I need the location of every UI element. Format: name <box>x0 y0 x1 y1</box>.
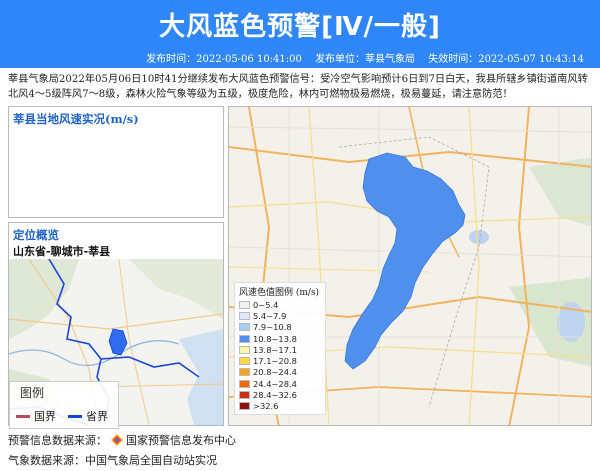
wind-legend-item: 10.8~13.8 <box>239 333 321 344</box>
map-legend-title: 图例 <box>20 386 45 400</box>
legend-swatch <box>239 311 250 320</box>
warning-source-label: 预警信息数据来源： <box>8 434 107 447</box>
legend-swatch <box>239 357 250 366</box>
wind-legend-item: 7.9~10.8 <box>239 322 321 333</box>
location-path: 山东省-聊城市-莘县 <box>13 245 111 258</box>
legend-provincial-border: 省界 <box>68 408 108 424</box>
wind-legend-item: 28.4~32.6 <box>239 389 321 400</box>
publish-time: 发布时间：2022-05-06 10:41:00 <box>146 54 302 65</box>
warning-header: 大风蓝色预警[Ⅳ/一般] <box>0 0 600 52</box>
weather-source: 气象数据来源：中国气象局全国自动站实况 <box>8 454 217 467</box>
legend-swatch <box>239 379 250 388</box>
wind-legend-item: 24.4~28.4 <box>239 378 321 389</box>
warning-meta-bar: 发布时间：2022-05-06 10:41:00 发布单位：莘县气象局 失效时间… <box>0 52 600 68</box>
national-border-swatch <box>16 414 30 418</box>
location-overview-panel: 定位概览 山东省-聊城市-莘县 图例 国界 省界 <box>8 222 224 429</box>
wind-legend-item: >32.6 <box>239 401 321 412</box>
publisher: 发布单位：莘县气象局 <box>315 54 416 65</box>
legend-swatch <box>239 334 250 343</box>
expire-time: 失效时间：2022-05-07 10:43:14 <box>428 54 584 65</box>
wind-legend-title: 风速色值图例 (m/s) <box>239 288 320 298</box>
warning-description: 莘县气象局2022年05月06日10时41分继续发布大风蓝色预警信号：受冷空气影… <box>8 74 588 100</box>
legend-swatch <box>239 323 250 332</box>
wind-legend-item: 13.8~17.1 <box>239 344 321 355</box>
warning-center-logo-icon <box>111 434 123 446</box>
wind-legend-item: 5.4~7.9 <box>239 310 321 321</box>
wind-legend-item: 0~5.4 <box>239 299 321 310</box>
location-panel-title: 定位概览 <box>13 228 59 242</box>
provincial-border-swatch <box>68 414 82 418</box>
wind-speed-panel-title: 莘县当地风速实况(m/s) <box>13 112 139 126</box>
warning-title: 大风蓝色预警[Ⅳ/一般] <box>159 12 441 42</box>
map-legend: 图例 国界 省界 <box>9 381 119 429</box>
legend-swatch <box>239 345 250 354</box>
legend-national-border: 国界 <box>16 408 56 424</box>
legend-swatch <box>239 402 250 411</box>
legend-swatch <box>239 391 250 400</box>
legend-swatch <box>239 368 250 377</box>
wind-speed-panel: 莘县当地风速实况(m/s) <box>8 106 224 218</box>
legend-swatch <box>239 300 250 309</box>
weather-source-line: 气象数据来源：中国气象局全国自动站实况 <box>8 452 217 468</box>
wind-legend-item: 17.1~20.8 <box>239 355 321 366</box>
wind-speed-legend: 风速色值图例 (m/s) 0~5.4 5.4~7.9 7.9~10.8 10.8… <box>234 282 326 415</box>
warning-source-line: 预警信息数据来源： 国家预警信息发布中心 <box>8 432 236 448</box>
warning-area-map[interactable]: 风速色值图例 (m/s) 0~5.4 5.4~7.9 7.9~10.8 10.8… <box>228 106 592 426</box>
warning-source-name[interactable]: 国家预警信息发布中心 <box>126 432 236 448</box>
wind-legend-item: 20.8~24.4 <box>239 367 321 378</box>
